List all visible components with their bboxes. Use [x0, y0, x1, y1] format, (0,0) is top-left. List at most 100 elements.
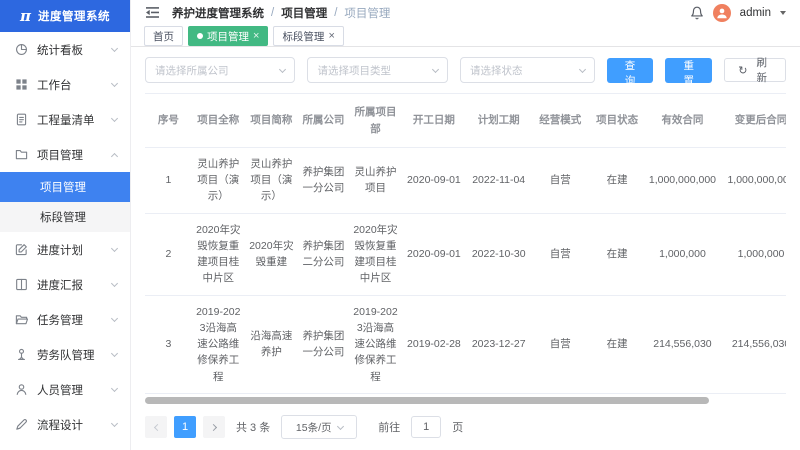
- breadcrumb: 养护进度管理系统 / 项目管理 / 项目管理: [172, 5, 390, 21]
- sidebar-item-label: 进度计划: [37, 244, 83, 257]
- tab-label: 标段管理: [282, 30, 325, 43]
- table-cell: 214,556,030: [645, 295, 720, 395]
- sidebar-item[interactable]: 项目管理: [0, 137, 130, 172]
- tab[interactable]: 首页: [144, 26, 183, 47]
- breadcrumb-item[interactable]: 养护进度管理系统: [172, 5, 264, 21]
- chevron-down-icon: [110, 419, 119, 428]
- column-header: 有效合同: [645, 93, 720, 148]
- sidebar-item-label: 任务管理: [37, 314, 83, 327]
- chevron-down-icon: [431, 65, 440, 73]
- sidebar-item[interactable]: 工程量清单: [0, 102, 130, 137]
- table-row[interactable]: 3 2019-2023沿海高速公路维修保养工程 沿海高速养护 养护集团一分公司 2019…: [145, 295, 786, 395]
- chevron-down-icon: [110, 314, 119, 323]
- reset-button[interactable]: 重置: [665, 57, 713, 87]
- page-size-value: 15条/页: [295, 421, 332, 434]
- username[interactable]: admin: [740, 7, 771, 19]
- table-cell: 2020年灾毁恢复重建项目桂中片区: [191, 213, 245, 296]
- sidebar-item-label: 项目管理: [37, 149, 83, 162]
- collapse-sidebar-icon[interactable]: [145, 6, 160, 19]
- topbar: 养护进度管理系统 / 项目管理 / 项目管理 admin: [131, 0, 800, 26]
- page-size-select[interactable]: 15条/页: [281, 415, 358, 439]
- sidebar-subitem[interactable]: 标段管理: [0, 202, 130, 232]
- sidebar-item[interactable]: 任务管理: [0, 302, 130, 337]
- table-cell: 2022-10-30: [465, 213, 532, 296]
- table-cell: 2: [145, 213, 192, 296]
- table-cell: 养护集团一分公司: [297, 295, 349, 395]
- pie-chart-icon: [15, 43, 29, 57]
- filter-bar: 请选择所属公司 请选择项目类型 请选择状态 查询 重置 ↻ 刷新: [145, 54, 786, 93]
- chevron-down-icon: [110, 279, 119, 288]
- sidebar-item[interactable]: 进度计划: [0, 232, 130, 267]
- worker-icon: [15, 348, 29, 362]
- table-cell: 灵山养护项目: [348, 147, 403, 214]
- project-type-select[interactable]: 请选择项目类型: [307, 57, 449, 84]
- sidebar-item[interactable]: 进度汇报: [0, 267, 130, 302]
- folder-open-icon: [15, 313, 29, 327]
- close-tab-icon[interactable]: ×: [253, 30, 259, 42]
- edit-icon: [15, 243, 29, 257]
- sidebar-item-label: 进度汇报: [37, 279, 83, 292]
- table-row[interactable]: 1 灵山养护项目（演示） 灵山养护项目（演示） 养护集团一分公司 灵山养护项目 2020-…: [145, 147, 786, 214]
- table-cell: 2023-12-27: [465, 295, 532, 395]
- close-tab-icon[interactable]: ×: [328, 30, 334, 42]
- status-select[interactable]: 请选择状态: [460, 57, 595, 84]
- table-cell: 2020-09-01: [402, 213, 466, 296]
- main-area: 养护进度管理系统 / 项目管理 / 项目管理 admin 首页 项目管理 × 标段管理…: [131, 0, 800, 450]
- page-number-button[interactable]: 1: [174, 416, 196, 438]
- table-row[interactable]: 2 2020年灾毁恢复重建项目桂中片区 2020年灾毁重建 养护集团二分公司 2020年…: [145, 213, 786, 296]
- table-cell: 2019-02-28: [402, 295, 466, 395]
- chevron-down-icon: [110, 349, 119, 358]
- document-icon: [15, 113, 29, 127]
- horizontal-scrollbar-track: [145, 397, 786, 404]
- column-header: 项目状态: [588, 93, 646, 148]
- table-cell: 自营: [531, 295, 589, 395]
- sidebar-subitem[interactable]: 项目管理: [0, 172, 130, 202]
- sidebar-item[interactable]: 统计看板: [0, 32, 130, 67]
- table-container: 序号 项目全称 项目简称 所属公司 所属项目部 开工日期 计划工期 经营模式 项目状态 有效合同变…: [145, 93, 786, 404]
- goto-page-input[interactable]: [411, 416, 442, 438]
- prev-page-button[interactable]: [145, 416, 167, 438]
- table-cell: 2020年灾毁恢复重建项目桂中片区: [348, 213, 403, 296]
- breadcrumb-item[interactable]: 项目管理: [281, 5, 327, 21]
- sidebar-item-label: 人员管理: [37, 384, 83, 397]
- pagination: 1 共 3 条 15条/页 前往 页: [145, 404, 786, 450]
- table-cell: 自营: [531, 147, 589, 214]
- company-select[interactable]: 请选择所属公司: [145, 57, 296, 84]
- user-icon: [15, 383, 29, 397]
- next-page-button[interactable]: [203, 416, 225, 438]
- bell-icon[interactable]: [690, 6, 704, 20]
- column-header: 变更后合同: [719, 93, 786, 148]
- sidebar-item[interactable]: 流程设计: [0, 407, 130, 442]
- horizontal-scrollbar[interactable]: [145, 397, 710, 404]
- column-header: 序号: [145, 93, 192, 148]
- sidebar-item[interactable]: 人员管理: [0, 372, 130, 407]
- tab[interactable]: 项目管理 ×: [188, 26, 269, 47]
- chevron-down-icon[interactable]: [780, 11, 786, 16]
- sidebar-item-label: 劳务队管理: [37, 349, 95, 362]
- goto-label: 前往: [378, 422, 401, 434]
- refresh-button[interactable]: ↻ 刷新: [724, 57, 786, 84]
- table-cell: 2019-2023沿海高速公路维修保养工程: [348, 295, 403, 395]
- table-cell: 3: [145, 295, 192, 395]
- tab-label: 项目管理: [207, 30, 249, 43]
- content: 请选择所属公司 请选择项目类型 请选择状态 查询 重置 ↻ 刷新 序号 项目全称…: [131, 47, 800, 450]
- table-cell: 214,556,030: [719, 295, 786, 395]
- grid-icon: [15, 78, 29, 92]
- search-button[interactable]: 查询: [606, 57, 654, 87]
- sidebar-menu: 统计看板 工作台 工程量清单 项目管理 项目管理 标段管理 进度计划 进度汇报 任务管理 劳务队管…: [0, 32, 130, 442]
- table-cell: 1,000,000: [645, 213, 720, 296]
- table-cell: 2020-09-01: [402, 147, 466, 214]
- company-select-placeholder: 请选择所属公司: [155, 64, 229, 77]
- sidebar-item[interactable]: 工作台: [0, 67, 130, 102]
- chevron-down-icon: [110, 384, 119, 393]
- table-cell: 灵山养护项目（演示）: [191, 147, 245, 214]
- table-cell: 自营: [531, 213, 589, 296]
- column-header: 所属项目部: [348, 93, 403, 148]
- app-window: π 进度管理系统 统计看板 工作台 工程量清单 项目管理 项目管理 标段管理 进度计划 进度汇…: [0, 0, 800, 450]
- sidebar-item[interactable]: 劳务队管理: [0, 337, 130, 372]
- active-dot-icon: [197, 33, 203, 40]
- chevron-down-icon: [110, 114, 119, 123]
- avatar[interactable]: [712, 3, 731, 22]
- tab[interactable]: 标段管理 ×: [273, 26, 344, 47]
- column-header: 项目全称: [191, 93, 245, 148]
